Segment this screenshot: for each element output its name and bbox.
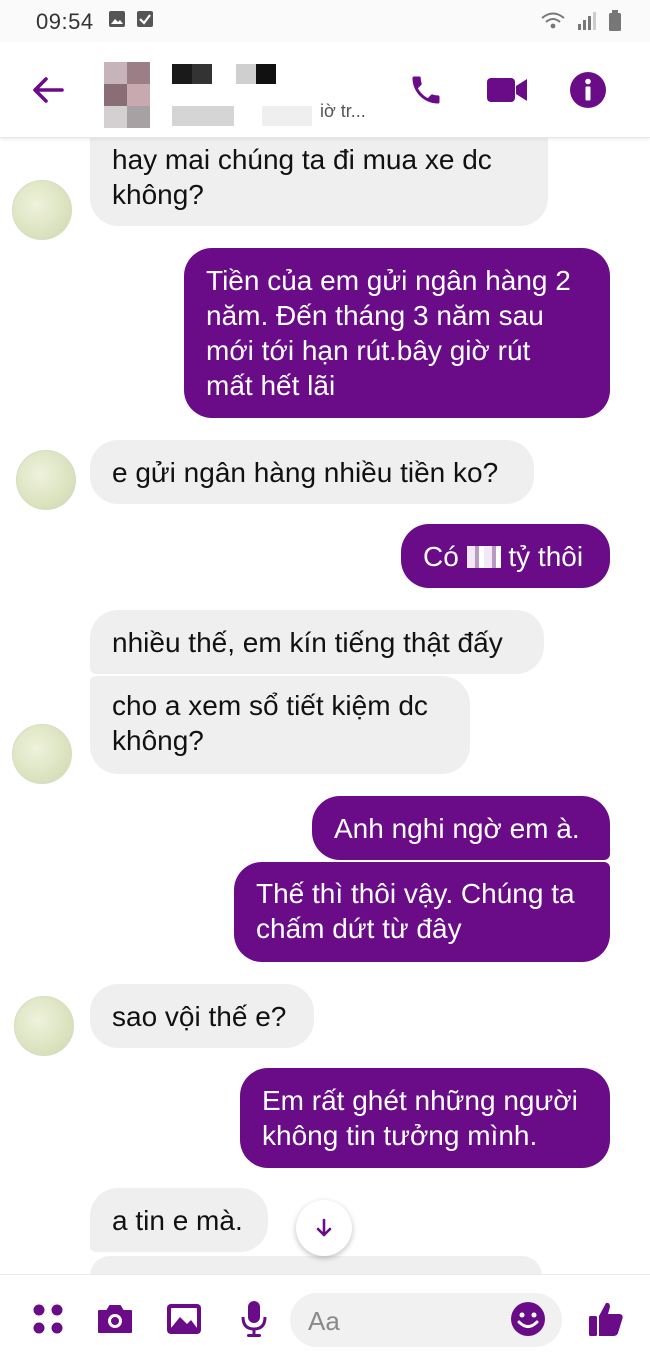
message-list[interactable]: hay mai chúng ta đi mua xe dc không? Tiề…: [0, 138, 650, 1274]
video-camera-icon: [487, 78, 527, 102]
more-actions-button[interactable]: [28, 1299, 68, 1339]
message-text: hay mai chúng ta đi mua xe dc không?: [112, 144, 492, 210]
checkbox-notification-icon: [137, 11, 153, 27]
camera-icon: [98, 1305, 132, 1333]
received-message[interactable]: sao vội thế e?: [90, 984, 314, 1048]
wifi-icon: [541, 12, 565, 29]
contact-avatar-small[interactable]: [12, 180, 72, 240]
gallery-notification-icon: [109, 11, 125, 27]
phone-icon: [412, 76, 440, 104]
status-bar: 09:54: [0, 0, 650, 42]
message-text: Anh nghi ngờ em à.: [334, 813, 580, 844]
message-placeholder: Aa: [308, 1306, 340, 1336]
gallery-button[interactable]: [164, 1299, 204, 1339]
received-message[interactable]: e gửi ngân hàng nhiều tiền ko?: [90, 440, 534, 504]
composer-bar: Aa: [0, 1274, 650, 1364]
sent-message[interactable]: Thế thì thôi vậy. Chúng ta chấm dứt từ đ…: [234, 862, 610, 962]
message-text: a tin e mà.: [112, 1205, 243, 1236]
voice-button[interactable]: [234, 1299, 274, 1339]
status-time: 09:54: [36, 9, 94, 34]
info-icon: [570, 72, 606, 108]
message-text: Thế thì thôi vậy. Chúng ta chấm dứt từ đ…: [256, 878, 575, 944]
active-status: iờ tr...: [320, 101, 366, 121]
message-text: cho a xem sổ tiết kiệm dc không?: [112, 690, 428, 756]
signal-icon: [578, 12, 596, 30]
like-button[interactable]: [586, 1299, 626, 1339]
received-message[interactable]: nhiều thế, em kín tiếng thật đấy: [90, 610, 544, 674]
battery-icon: [609, 10, 621, 31]
message-text: Có: [423, 541, 467, 572]
back-arrow-icon[interactable]: [28, 70, 68, 110]
message-text: tỷ thôi: [500, 541, 584, 572]
received-message[interactable]: hay mai chúng ta đi mua xe dc không?: [90, 138, 548, 226]
message-text: nhiều thế, em kín tiếng thật đấy: [112, 627, 503, 658]
sent-message[interactable]: Tiền của em gửi ngân hàng 2 năm. Đến thá…: [184, 248, 610, 418]
scroll-to-bottom-button[interactable]: [296, 1200, 352, 1256]
contact-avatar-small[interactable]: [16, 450, 76, 510]
chevron-down-icon: [316, 1218, 332, 1237]
contact-avatar[interactable]: [104, 62, 150, 128]
sent-message[interactable]: Có tỷ thôi: [401, 524, 610, 588]
thumbs-up-icon: [589, 1302, 623, 1336]
sent-message[interactable]: Em rất ghét những người không tin tưởng …: [240, 1068, 610, 1168]
received-message[interactable]: a tin e mà.: [90, 1188, 268, 1252]
sent-message[interactable]: Anh nghi ngờ em à.: [312, 796, 610, 860]
message-text: e gửi ngân hàng nhiều tiền ko?: [112, 457, 499, 488]
microphone-icon: [241, 1301, 267, 1337]
info-button[interactable]: [566, 68, 610, 112]
contact-avatar-small[interactable]: [14, 996, 74, 1056]
video-call-button[interactable]: [485, 68, 529, 112]
received-message-partial[interactable]: [90, 1256, 542, 1274]
camera-button[interactable]: [95, 1299, 135, 1339]
emoji-button[interactable]: [508, 1299, 548, 1339]
conversation-header: iờ tr...: [0, 42, 650, 138]
message-text: sao vội thế e?: [112, 1001, 287, 1032]
image-icon: [167, 1304, 201, 1334]
censored-amount: [466, 545, 501, 568]
message-text: Em rất ghét những người không tin tưởng …: [262, 1085, 578, 1151]
menu-dots-icon: [33, 1304, 63, 1334]
contact-avatar-small[interactable]: [12, 724, 72, 784]
received-message[interactable]: cho a xem sổ tiết kiệm dc không?: [90, 676, 470, 774]
message-text: Tiền của em gửi ngân hàng 2 năm. Đến thá…: [206, 265, 571, 401]
call-button[interactable]: [404, 68, 448, 112]
emoji-icon: [511, 1302, 545, 1336]
